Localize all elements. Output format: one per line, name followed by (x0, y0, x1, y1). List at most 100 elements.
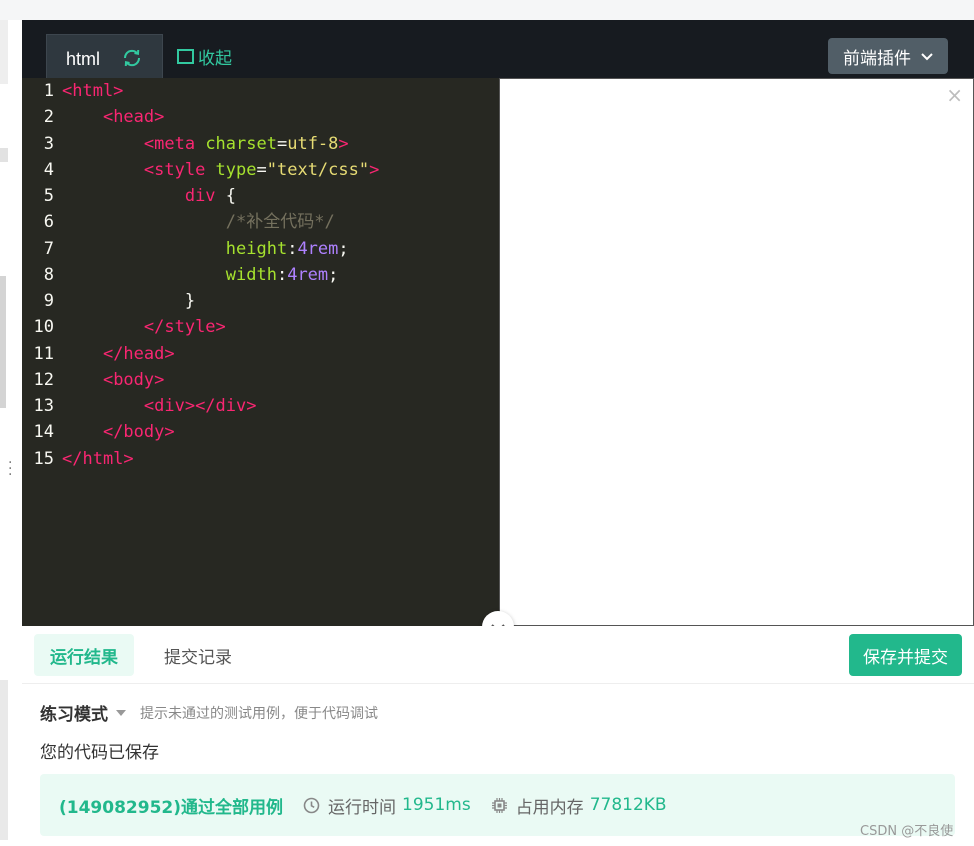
code-token: ; (328, 264, 339, 285)
mode-label: 练习模式 (40, 705, 108, 725)
pass-status: (149082952)通过全部用例 (59, 797, 283, 818)
code-token: <body> (102, 369, 165, 390)
code-line[interactable]: 5 div { (22, 183, 499, 209)
code-token: <meta (143, 133, 206, 154)
code-token: type (215, 159, 257, 180)
code-token: = (276, 133, 288, 154)
run-time-value: 1951ms (402, 795, 471, 815)
clock-icon (303, 797, 320, 814)
code-line[interactable]: 4 <style type="text/css"> (22, 157, 499, 183)
refresh-icon[interactable] (121, 47, 143, 73)
code-token: width (225, 264, 277, 285)
sidebar-block (0, 680, 8, 840)
code-line[interactable]: 10 </style> (22, 314, 499, 340)
code-line[interactable]: 3 <meta charset=utf-8> (22, 131, 499, 157)
code-token: "text/css" (266, 159, 370, 180)
code-line[interactable]: 7 height:4rem; (22, 236, 499, 262)
sidebar-scrollbar[interactable] (0, 276, 6, 408)
code-token: = (256, 159, 267, 180)
result-summary: (149082952)通过全部用例 运行时间 1951ms 占用内存 77812… (40, 774, 955, 836)
code-token: </body> (102, 422, 175, 443)
save-submit-button[interactable]: 保存并提交 (849, 634, 962, 676)
close-icon[interactable]: × (946, 83, 963, 107)
result-tabs-bar: 运行结果 提交记录 保存并提交 (22, 626, 974, 684)
collapse-icon (177, 49, 194, 64)
mode-selector[interactable]: 练习模式 提示未通过的测试用例，便于代码调试 (40, 700, 378, 725)
code-token: <head> (102, 107, 165, 128)
mode-hint: 提示未通过的测试用例，便于代码调试 (140, 705, 378, 722)
code-line[interactable]: 1 <html> (22, 78, 499, 104)
line-number: 8 (43, 264, 54, 285)
collapse-button[interactable]: 收起 (177, 44, 232, 69)
code-line[interactable]: 8 width:4rem; (22, 262, 499, 288)
code-token: <div></div> (143, 396, 257, 416)
code-token: { (215, 186, 237, 206)
memory-metric: 占用内存 77812KB (491, 793, 667, 818)
code-line[interactable]: 9 } (22, 288, 499, 314)
chip-icon (491, 797, 508, 814)
line-number: 12 (33, 369, 54, 390)
code-line[interactable]: 6 /*补全代码*/ (22, 209, 499, 235)
code-editor[interactable]: 1 <html> 2 <head> 3 <meta charset=utf-8> 4 <… (22, 78, 499, 626)
line-number: 13 (33, 396, 54, 416)
line-number: 11 (33, 343, 54, 364)
line-number: 6 (43, 212, 54, 233)
code-line[interactable]: 2 <head> (22, 104, 499, 130)
code-token: charset (205, 133, 277, 154)
collapse-label: 收起 (198, 49, 232, 69)
left-sidebar-strip: · · · (0, 20, 22, 846)
code-token: <html> (62, 81, 124, 101)
resize-handle[interactable]: · · · (8, 456, 12, 482)
line-number: 4 (43, 159, 54, 180)
code-line[interactable]: 12 <body> (22, 367, 499, 393)
editor-toolbar: html 收起 前端插件 (22, 20, 974, 78)
code-line[interactable]: 15 </html> (22, 446, 499, 472)
run-time-label: 运行时间 (328, 797, 396, 818)
code-line[interactable]: 11 </head> (22, 341, 499, 367)
tab-html[interactable]: html (46, 34, 163, 78)
line-number: 15 (33, 448, 54, 469)
memory-label: 占用内存 (515, 797, 584, 818)
code-token: ; (338, 238, 349, 259)
code-token: 4rem (297, 238, 339, 259)
app-root: html 收起 前端插件 1 <html> 2 <head> 3 <meta char… (22, 20, 974, 846)
line-number: 3 (43, 133, 54, 154)
sidebar-block (0, 20, 8, 84)
memory-value: 77812KB (589, 795, 667, 815)
code-token: : (287, 238, 298, 259)
line-number: 2 (43, 107, 54, 128)
code-line[interactable]: 14 </body> (22, 419, 499, 445)
preview-pane: × (499, 78, 974, 626)
code-token: </html> (62, 448, 134, 469)
code-token: > (338, 133, 349, 154)
line-number: 5 (43, 186, 54, 206)
code-token: div (184, 186, 216, 206)
code-line[interactable]: 13 <div></div> (22, 393, 499, 419)
tab-submission-history[interactable]: 提交记录 (148, 634, 248, 676)
line-number: 10 (33, 317, 54, 338)
code-token: /*补全代码*/ (225, 212, 335, 233)
code-token: : (276, 264, 288, 285)
code-token: height (225, 238, 288, 259)
line-number: 9 (43, 291, 54, 311)
sidebar-block (0, 148, 8, 162)
code-token: </head> (102, 343, 175, 364)
line-number: 1 (43, 81, 54, 101)
caret-down-icon (116, 709, 126, 716)
saved-message: 您的代码已保存 (40, 743, 159, 763)
tab-run-result[interactable]: 运行结果 (34, 634, 134, 676)
code-token: 4rem (287, 264, 329, 285)
frontend-plugin-dropdown[interactable]: 前端插件 (828, 38, 948, 74)
code-token: > (369, 159, 380, 180)
